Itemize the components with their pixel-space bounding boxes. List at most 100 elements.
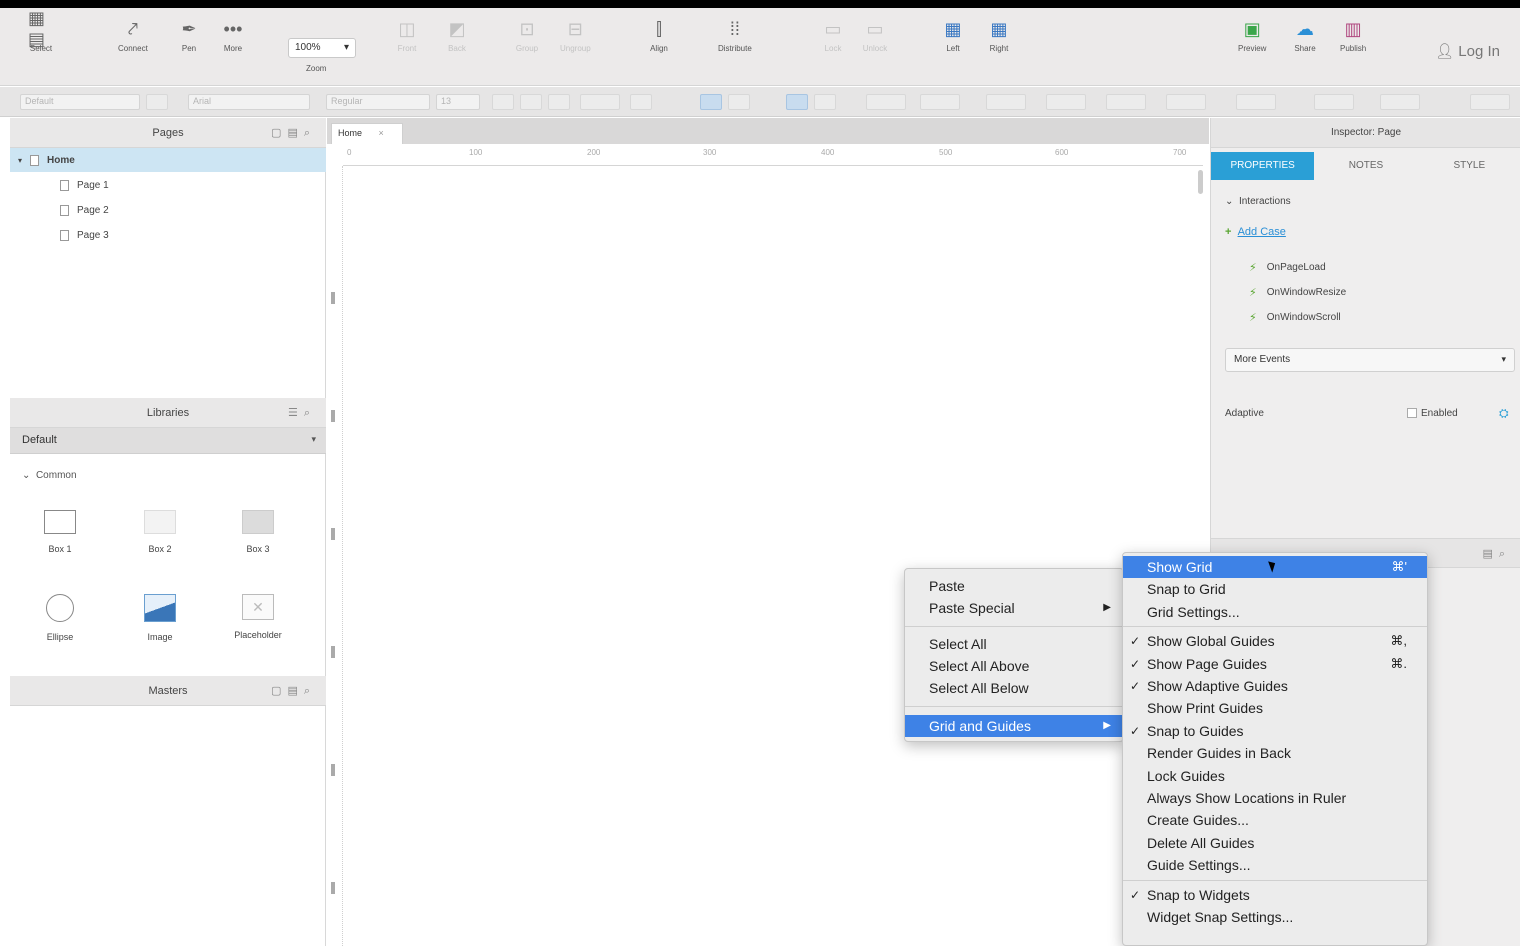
widget-box-3[interactable]: Box 3: [218, 510, 298, 554]
libraries-actions[interactable]: ☰⌕: [288, 406, 316, 420]
page-item[interactable]: Page 1: [10, 173, 326, 197]
bullets-button[interactable]: [630, 94, 652, 110]
tab-home[interactable]: Home ×: [331, 123, 403, 144]
border-color-button[interactable]: [920, 94, 960, 110]
share-button[interactable]: ☁ Share: [1292, 16, 1318, 54]
width-field[interactable]: [1166, 94, 1206, 110]
preview-button[interactable]: ▣ Preview: [1238, 16, 1266, 54]
submenu-item[interactable]: Grid Settings...: [1123, 601, 1427, 623]
submenu-item[interactable]: Snap to Grid: [1123, 578, 1427, 600]
x-field[interactable]: [1046, 94, 1086, 110]
connect-button[interactable]: ⤤ Connect: [118, 16, 148, 54]
interactions-section[interactable]: ⌄ Interactions: [1225, 196, 1291, 207]
zoom-select[interactable]: 100% ▾: [288, 38, 356, 58]
widget-box-2[interactable]: Box 2: [120, 510, 200, 554]
style-select[interactable]: Default: [20, 94, 140, 110]
add-case-link[interactable]: + Add Case: [1225, 226, 1286, 238]
submenu-item[interactable]: Widget Snap Settings...: [1123, 906, 1427, 928]
menu-item-select-all-below[interactable]: Select All Below: [905, 677, 1123, 699]
menu-item-grid-and-guides[interactable]: Grid and Guides ▶: [905, 715, 1123, 737]
style-edit-button[interactable]: [146, 94, 168, 110]
menu-item-paste[interactable]: Paste: [905, 575, 1123, 597]
bold-button[interactable]: [492, 94, 514, 110]
submenu-item[interactable]: Delete All Guides: [1123, 832, 1427, 854]
widget-box-1[interactable]: Box 1: [20, 510, 100, 554]
masters-actions[interactable]: ▢▤⌕: [271, 684, 316, 698]
unlock-button[interactable]: ▭ Unlock: [862, 16, 888, 54]
group-button[interactable]: ⊡ Group: [514, 16, 540, 54]
widget-ellipse[interactable]: Ellipse: [20, 594, 100, 642]
y-field[interactable]: [1106, 94, 1146, 110]
back-button[interactable]: ◩ Back: [444, 16, 470, 54]
height-field[interactable]: [1236, 94, 1276, 110]
adaptive-settings-icon[interactable]: ⛭: [1499, 406, 1509, 421]
left-pane-button[interactable]: ▦ Left: [940, 16, 966, 54]
submenu-item[interactable]: ✓ Show Page Guides ⌘.: [1123, 653, 1427, 675]
event-onpageload[interactable]: ⚡︎ OnPageLoad: [1249, 261, 1326, 274]
submenu-item[interactable]: ✓ Show Global Guides ⌘,: [1123, 630, 1427, 652]
font-size-select[interactable]: 13: [436, 94, 480, 110]
chevron-down-icon[interactable]: ▾: [18, 156, 22, 165]
submenu-item[interactable]: ✓ Snap to Widgets: [1123, 884, 1427, 906]
font-weight-select[interactable]: Regular: [326, 94, 430, 110]
submenu-item[interactable]: Lock Guides: [1123, 765, 1427, 787]
tab-style[interactable]: STYLE: [1417, 152, 1520, 180]
submenu-item[interactable]: Guide Settings...: [1123, 854, 1427, 876]
right-pane-button[interactable]: ▦ Right: [986, 16, 1012, 54]
align-center-button[interactable]: [728, 94, 750, 110]
library-group-common[interactable]: ⌄ Common: [22, 470, 77, 481]
hidden-toggle[interactable]: [1470, 94, 1510, 110]
library-select[interactable]: Default ▾: [10, 428, 326, 454]
page-item[interactable]: Page 2: [10, 198, 326, 222]
submenu-item[interactable]: Render Guides in Back: [1123, 742, 1427, 764]
close-icon[interactable]: ×: [379, 128, 384, 138]
publish-button[interactable]: ▥ Publish: [1340, 16, 1366, 54]
login-button[interactable]: 👤︎ Log In: [1435, 42, 1500, 60]
menu-item-select-all[interactable]: Select All: [905, 633, 1123, 655]
page-icon: [60, 179, 69, 191]
rotate-field[interactable]: [1314, 94, 1354, 110]
menu-item-paste-special[interactable]: Paste Special ▶: [905, 597, 1123, 619]
border-width-button[interactable]: [986, 94, 1026, 110]
select-button[interactable]: ▦ ▤ Select: [28, 8, 54, 53]
submenu-item[interactable]: ✓ Snap to Guides: [1123, 720, 1427, 742]
italic-button[interactable]: [520, 94, 542, 110]
text-color-button[interactable]: [580, 94, 620, 110]
submenu-item[interactable]: ✓ Show Adaptive Guides: [1123, 675, 1427, 697]
event-onwindowresize[interactable]: ⚡︎ OnWindowResize: [1249, 286, 1346, 299]
lock-button[interactable]: ▭ Lock: [820, 16, 846, 54]
ungroup-icon: ⊟: [567, 18, 583, 39]
event-onwindowscroll[interactable]: ⚡︎ OnWindowScroll: [1249, 311, 1341, 324]
widget-image[interactable]: Image: [120, 594, 200, 642]
pages-actions[interactable]: ▢▤⌕: [271, 126, 316, 140]
ungroup-button[interactable]: ⊟ Ungroup: [560, 16, 591, 54]
pen-button[interactable]: ✒ Pen: [176, 16, 202, 54]
widget-placeholder[interactable]: ✕ Placeholder: [218, 594, 298, 640]
tab-properties[interactable]: PROPERTIES: [1211, 152, 1315, 180]
front-button[interactable]: ◫ Front: [394, 16, 420, 54]
submenu-item[interactable]: Create Guides...: [1123, 809, 1427, 831]
more-button[interactable]: ••• More: [220, 16, 246, 54]
font-select[interactable]: Arial: [188, 94, 310, 110]
canvas-area[interactable]: Home × 0 100 200 300 400 500 600 700: [327, 118, 1209, 946]
menu-item-select-all-above[interactable]: Select All Above: [905, 655, 1123, 677]
distribute-button[interactable]: ⁞⁞ Distribute: [718, 16, 752, 54]
horizontal-ruler[interactable]: 0 100 200 300 400 500 600 700: [343, 148, 1203, 166]
corner-radius-field[interactable]: [1380, 94, 1420, 110]
more-events-select[interactable]: More Events ▾: [1225, 348, 1515, 372]
valign-top-button[interactable]: [786, 94, 808, 110]
fill-color-button[interactable]: [866, 94, 906, 110]
align-button[interactable]: ⫿ Align: [646, 16, 672, 54]
canvas-scrollbar[interactable]: [1198, 170, 1203, 194]
submenu-item[interactable]: Show Print Guides: [1123, 697, 1427, 719]
valign-middle-button[interactable]: [814, 94, 836, 110]
page-home[interactable]: ▾ Home: [10, 148, 326, 172]
outline-actions[interactable]: ▤⌕: [1482, 547, 1511, 561]
tab-notes[interactable]: NOTES: [1314, 152, 1418, 180]
underline-button[interactable]: [548, 94, 570, 110]
submenu-item[interactable]: Always Show Locations in Ruler: [1123, 787, 1427, 809]
page-item[interactable]: Page 3: [10, 223, 326, 247]
align-left-button[interactable]: [700, 94, 722, 110]
vertical-ruler[interactable]: [327, 166, 343, 946]
adaptive-enabled-checkbox[interactable]: Enabled: [1407, 408, 1458, 419]
